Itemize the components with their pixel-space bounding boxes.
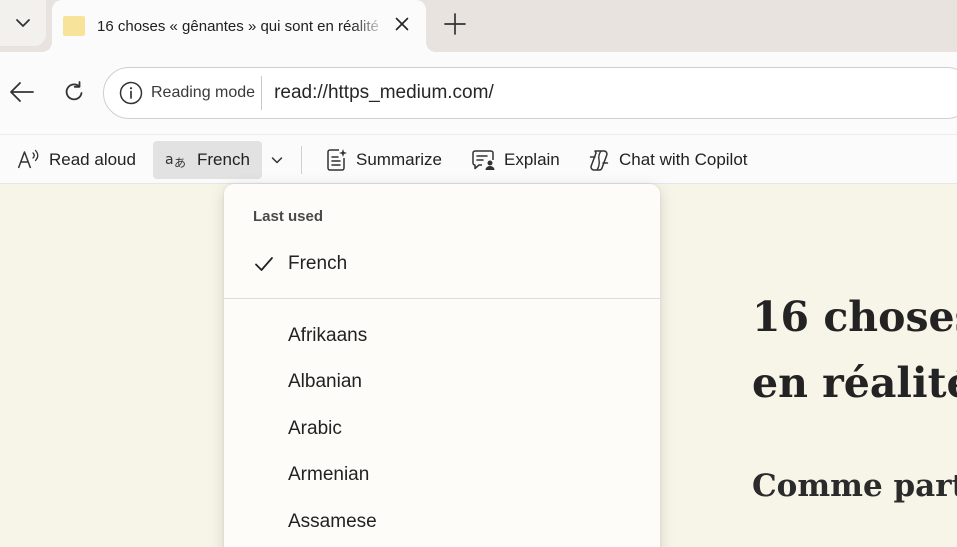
reading-mode-label: Reading mode: [151, 84, 256, 101]
read-aloud-button[interactable]: Read aloud: [17, 141, 136, 179]
article-title-line: 16 choses: [752, 293, 957, 341]
summarize-button[interactable]: Summarize: [326, 141, 442, 179]
language-option-label: Arabic: [288, 418, 342, 439]
explain-icon: [472, 150, 495, 170]
translate-language-menu-button[interactable]: [264, 141, 290, 179]
chat-with-copilot-button[interactable]: Chat with Copilot: [587, 141, 748, 179]
summarize-icon: [327, 149, 347, 171]
article-title: 16 choses en réalité: [752, 284, 957, 416]
translate-icon: aあ: [165, 152, 186, 170]
address-bar[interactable]: Reading mode read://https_medium.com/: [103, 67, 957, 119]
language-option-selected[interactable]: French: [224, 244, 660, 284]
language-option[interactable]: Albanian: [224, 362, 660, 402]
checkmark-icon: [255, 257, 273, 271]
browser-tab[interactable]: 16 choses « gênantes » qui sont en réali…: [42, 0, 436, 52]
refresh-button[interactable]: [60, 78, 88, 106]
new-tab-button[interactable]: [440, 9, 470, 39]
navigation-bar: Reading mode read://https_medium.com/: [0, 52, 957, 134]
toolbar-divider: [301, 146, 302, 174]
plus-icon: [444, 13, 466, 35]
explain-button[interactable]: Explain: [472, 141, 560, 179]
language-option[interactable]: Assamese: [224, 502, 660, 542]
article-subtitle: Comme part: [752, 468, 957, 504]
close-icon: [395, 17, 409, 31]
reading-mode-chip[interactable]: Reading mode: [119, 76, 263, 110]
info-icon: [119, 81, 143, 105]
language-option[interactable]: Arabic: [224, 409, 660, 449]
language-option-label: Assamese: [288, 511, 377, 532]
summarize-label: Summarize: [356, 150, 442, 169]
language-option[interactable]: Afrikaans: [224, 316, 660, 356]
tab-strip: 16 choses « gênantes » qui sont en réali…: [0, 0, 957, 52]
tab-list-button[interactable]: [0, 0, 46, 46]
reader-toolbar: Read aloud aあ French Summarize Explain C…: [0, 134, 957, 184]
translate-language-label: French: [197, 150, 250, 169]
arrow-left-icon: [10, 82, 34, 102]
language-option[interactable]: Armenian: [224, 455, 660, 495]
chat-with-copilot-label: Chat with Copilot: [619, 150, 748, 169]
read-aloud-icon: [17, 149, 39, 169]
url-text: read://https_medium.com/: [274, 82, 494, 103]
svg-text:あ: あ: [174, 156, 186, 170]
translate-button[interactable]: aあ French: [153, 141, 262, 179]
chevron-down-icon: [271, 157, 283, 164]
language-option-label: Afrikaans: [288, 325, 368, 346]
last-used-header: Last used: [253, 208, 324, 225]
back-button[interactable]: [8, 78, 36, 106]
favicon-icon: [63, 16, 85, 36]
copilot-icon: [589, 150, 609, 171]
language-option-label: Armenian: [288, 464, 370, 485]
language-option-label: Albanian: [288, 371, 362, 392]
language-option-label: French: [288, 253, 348, 274]
refresh-icon: [65, 81, 83, 101]
svg-text:a: a: [165, 152, 174, 168]
tab-close-button[interactable]: [392, 14, 412, 34]
translate-language-dropdown: Last used French Afrikaans Albanian Arab…: [224, 184, 660, 547]
explain-label: Explain: [504, 150, 560, 169]
dropdown-divider: [224, 298, 660, 299]
tab-title: 16 choses « gênantes » qui sont en réali…: [97, 17, 379, 35]
read-aloud-label: Read aloud: [49, 150, 136, 169]
chevron-down-icon: [16, 19, 30, 27]
article-title-line: en réalité: [752, 359, 957, 407]
